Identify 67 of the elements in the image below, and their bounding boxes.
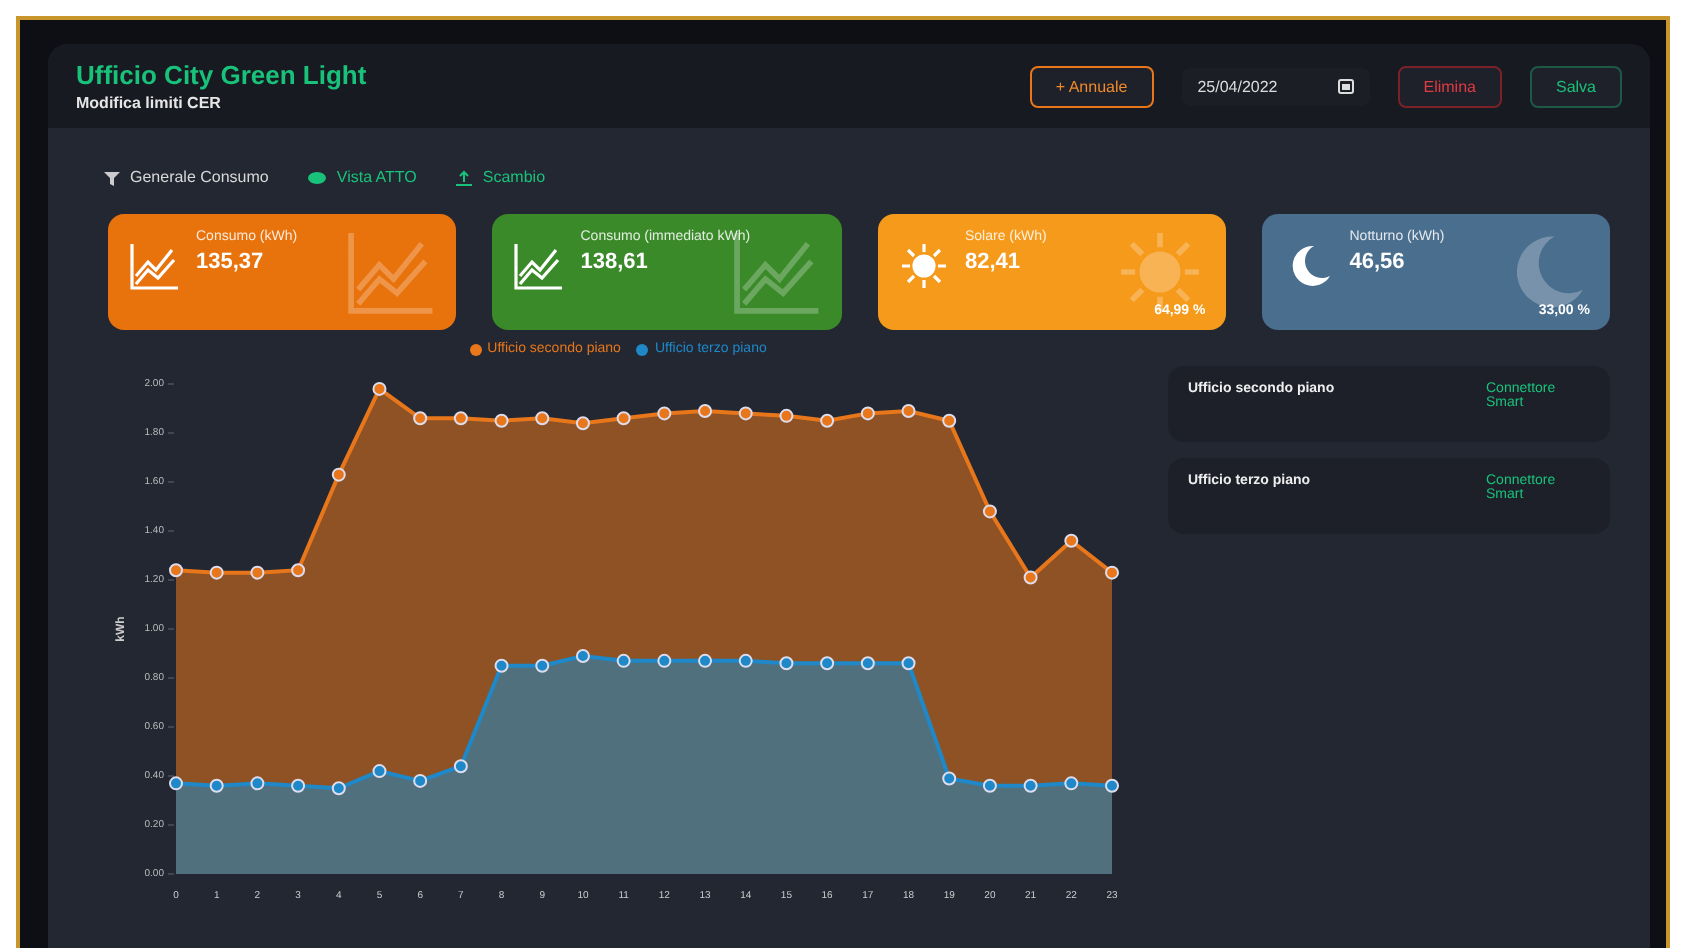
data-point bbox=[1064, 533, 1079, 548]
data-point bbox=[250, 776, 265, 791]
data-point bbox=[209, 565, 224, 580]
data-point bbox=[169, 563, 183, 578]
card-value: 46,56 bbox=[1349, 250, 1407, 274]
data-point bbox=[575, 416, 590, 431]
sun-icon bbox=[897, 240, 949, 292]
data-point bbox=[331, 781, 346, 796]
data-point bbox=[372, 764, 387, 779]
data-point bbox=[413, 411, 428, 426]
action-button[interactable]: Elimina bbox=[1397, 65, 1502, 107]
calendar-icon[interactable] bbox=[1337, 78, 1354, 94]
data-point bbox=[1023, 570, 1038, 585]
data-point bbox=[209, 778, 224, 793]
data-point bbox=[657, 406, 672, 421]
data-point bbox=[1105, 565, 1119, 580]
data-point bbox=[291, 563, 306, 578]
card-value: 82,41 bbox=[965, 250, 1023, 274]
data-point bbox=[779, 408, 794, 423]
data-point bbox=[982, 504, 997, 519]
data-point bbox=[169, 776, 183, 791]
data-point bbox=[942, 413, 957, 428]
data-point bbox=[1023, 778, 1038, 793]
data-point bbox=[494, 413, 509, 428]
data-point bbox=[453, 411, 468, 426]
data-point bbox=[1105, 778, 1119, 793]
data-point bbox=[453, 759, 468, 774]
chart-icon bbox=[512, 240, 565, 292]
data-point bbox=[738, 406, 753, 421]
action-button[interactable]: Salva bbox=[1529, 65, 1622, 107]
data-point bbox=[779, 656, 794, 671]
tab[interactable]: Generale Consumo bbox=[104, 168, 269, 186]
annual-button[interactable]: + Annuale bbox=[1029, 65, 1154, 107]
data-point bbox=[698, 653, 713, 668]
card-value: 138,61 bbox=[580, 250, 650, 274]
data-point bbox=[820, 656, 835, 671]
date-field[interactable]: 25/04/2022 bbox=[1181, 67, 1370, 105]
data-point bbox=[575, 648, 590, 663]
data-point bbox=[291, 778, 306, 793]
card-value: 135,37 bbox=[196, 250, 266, 274]
upload-icon bbox=[456, 169, 473, 185]
data-point bbox=[331, 467, 346, 482]
data-point bbox=[494, 658, 509, 673]
data-point bbox=[535, 658, 550, 673]
app-title: Ufficio City Green Light bbox=[76, 60, 369, 90]
data-point bbox=[250, 565, 265, 580]
data-point bbox=[738, 653, 753, 668]
data-point bbox=[860, 656, 875, 671]
data-point bbox=[982, 778, 997, 793]
app-subtitle: Modifica limiti CER bbox=[76, 94, 223, 112]
data-point bbox=[616, 411, 631, 426]
tab[interactable]: Vista ATTO bbox=[308, 168, 417, 186]
data-point bbox=[901, 656, 916, 671]
data-point bbox=[942, 771, 957, 786]
data-point bbox=[616, 653, 631, 668]
data-point bbox=[657, 653, 672, 668]
data-point bbox=[901, 403, 916, 418]
chart-icon bbox=[128, 240, 180, 292]
data-point bbox=[372, 381, 387, 396]
data-point bbox=[535, 411, 550, 426]
data-point bbox=[698, 403, 713, 418]
data-point bbox=[1064, 776, 1079, 791]
data-point bbox=[820, 413, 835, 428]
tab[interactable]: Scambio bbox=[456, 168, 546, 186]
filter-icon bbox=[104, 169, 120, 185]
data-point bbox=[413, 773, 428, 788]
data-point bbox=[860, 406, 875, 421]
